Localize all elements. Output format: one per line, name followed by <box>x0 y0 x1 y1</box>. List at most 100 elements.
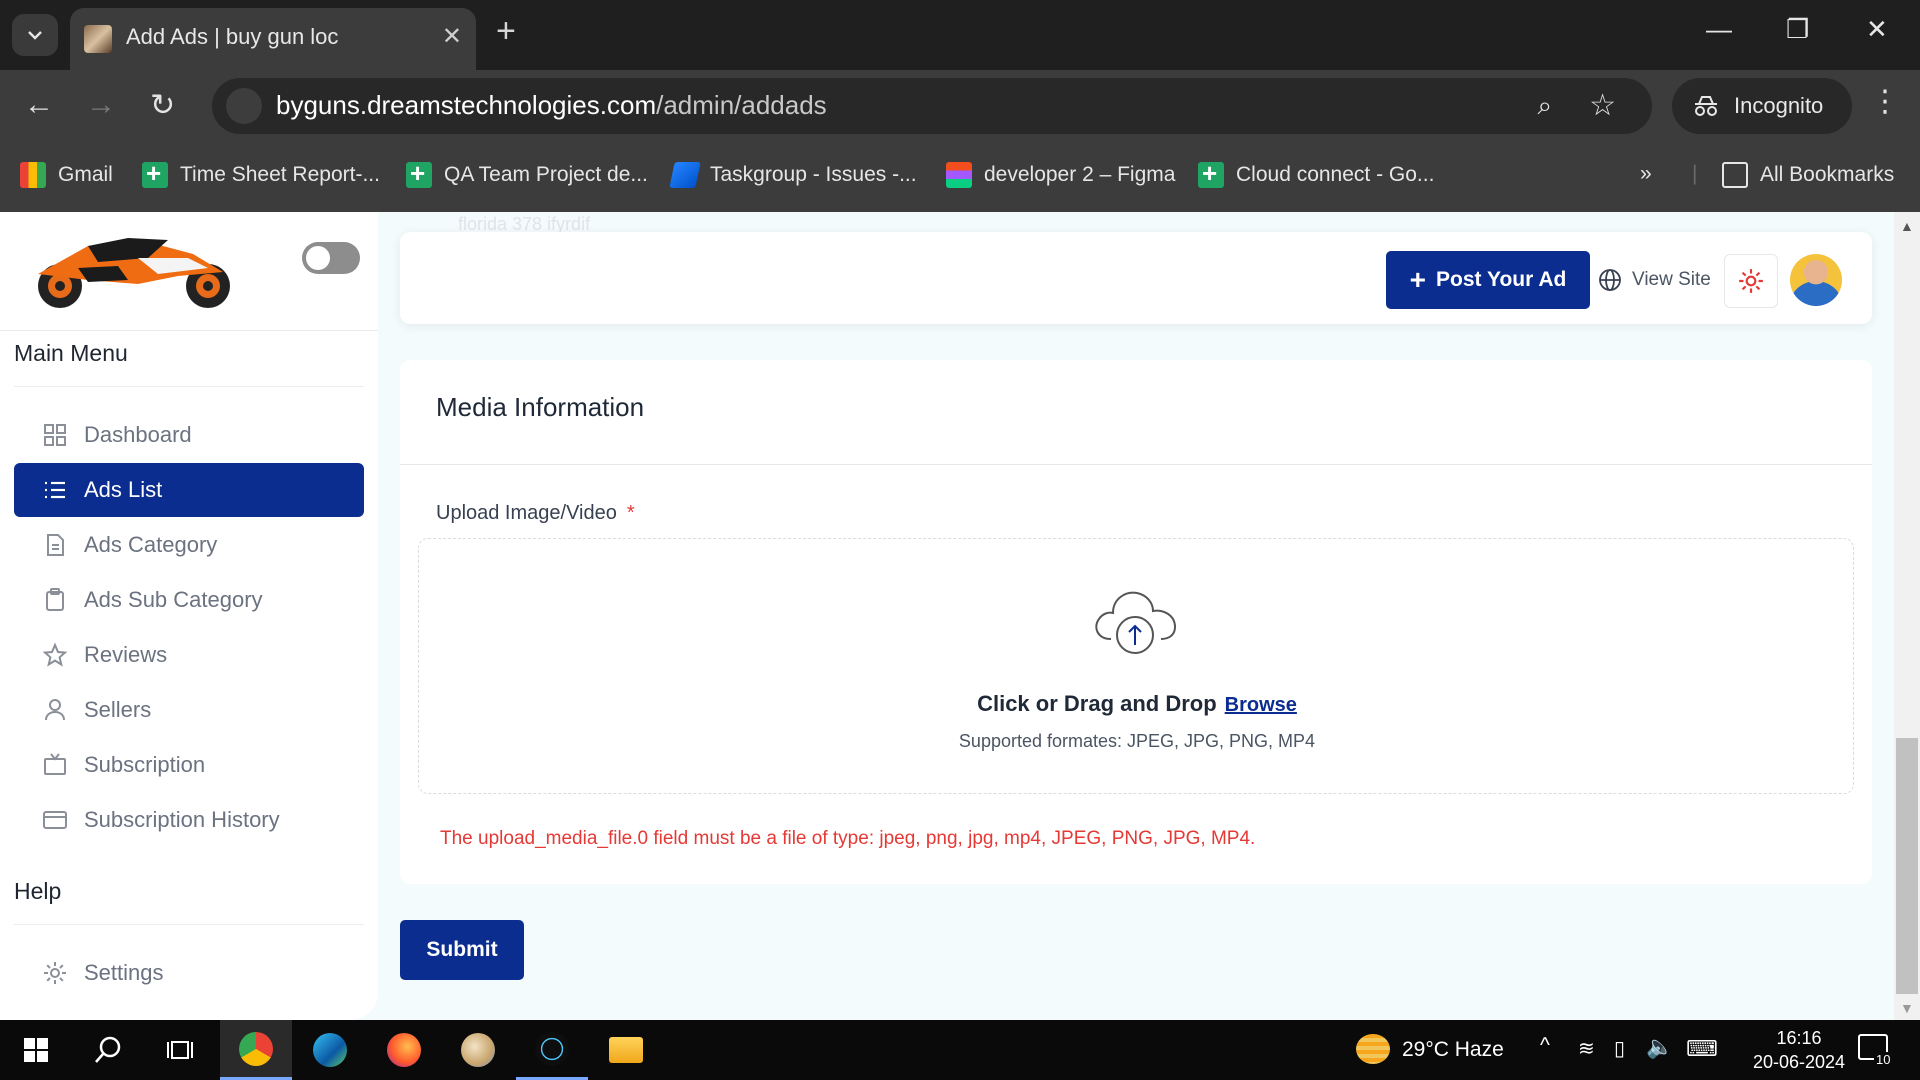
sidebar-item-label: Ads Sub Category <box>84 587 263 612</box>
view-site-link[interactable]: View Site <box>1598 268 1711 292</box>
bookmark-taskgroup[interactable]: Taskgroup - Issues -... <box>669 162 917 188</box>
bookmark-gmail[interactable]: Gmail <box>20 162 113 188</box>
motorbike-logo-icon[interactable] <box>18 228 246 312</box>
sidebar-item-ads-sub-category[interactable]: Ads Sub Category <box>14 573 364 627</box>
grid-icon <box>44 424 66 446</box>
address-toolbar: ← → ↻ byguns.dreamstechnologies.com/admi… <box>0 70 1920 140</box>
sheets-icon <box>1198 158 1224 189</box>
taskbar-firefox[interactable] <box>368 1020 440 1080</box>
sidebar-item-sellers[interactable]: Sellers <box>14 683 364 737</box>
view-site-label: View Site <box>1632 269 1711 290</box>
sidebar-item-ads-category[interactable]: Ads Category <box>14 518 364 572</box>
star-icon <box>42 642 68 667</box>
submit-button[interactable]: Submit <box>400 920 524 980</box>
sheets-icon <box>142 158 168 189</box>
site-info-icon[interactable] <box>226 88 262 124</box>
taskbar-app-running[interactable] <box>516 1020 588 1080</box>
menu-divider <box>14 386 364 387</box>
scroll-up-arrow-icon[interactable]: ▲ <box>1900 218 1914 234</box>
bookmark-qa-team[interactable]: QA Team Project de... <box>406 158 648 189</box>
system-clock[interactable]: 16:16 20-06-2024 <box>1734 1026 1864 1074</box>
url-text[interactable]: byguns.dreamstechnologies.com/admin/adda… <box>276 90 827 121</box>
keyboard-icon[interactable]: ⌨ <box>1686 1036 1718 1062</box>
user-avatar[interactable] <box>1790 254 1842 306</box>
weather-icon[interactable] <box>1356 1034 1390 1064</box>
taskbar-file-explorer[interactable] <box>590 1020 662 1080</box>
admin-sidebar: Main Menu Dashboard Ads List Ads Categor… <box>0 212 378 1020</box>
window-close-icon[interactable]: ✕ <box>1866 14 1888 45</box>
post-your-ad-button[interactable]: + Post Your Ad <box>1386 251 1590 309</box>
browser-menu-icon[interactable]: ⋮ <box>1870 84 1900 119</box>
bookmark-figma[interactable]: developer 2 – Figma <box>946 162 1175 188</box>
globe-icon <box>1599 269 1621 291</box>
scrollbar-thumb[interactable] <box>1896 738 1918 994</box>
windows-start-button[interactable] <box>0 1020 72 1080</box>
battery-icon[interactable]: ▯ <box>1614 1036 1625 1061</box>
theme-toggle[interactable] <box>302 242 360 274</box>
browse-link[interactable]: Browse <box>1225 694 1297 716</box>
help-divider <box>14 924 364 925</box>
jira-icon <box>669 162 701 188</box>
upload-error-message: The upload_media_file.0 field must be a … <box>440 828 1256 849</box>
user-icon <box>45 699 65 721</box>
gmail-icon <box>20 162 46 188</box>
bookmarks-divider: | <box>1692 162 1698 185</box>
forward-arrow-icon[interactable]: → <box>86 88 116 122</box>
sidebar-item-reviews[interactable]: Reviews <box>14 628 364 682</box>
omnibox[interactable]: byguns.dreamstechnologies.com/admin/adda… <box>212 78 1652 134</box>
incognito-label: Incognito <box>1734 93 1824 118</box>
bookmark-star-icon[interactable]: ☆ <box>1589 88 1616 123</box>
reload-icon[interactable]: ↻ <box>150 88 175 123</box>
task-view-icon <box>167 1041 193 1059</box>
folder-icon <box>1722 162 1748 188</box>
minimize-icon[interactable]: — <box>1706 14 1732 45</box>
sidebar-item-subscription[interactable]: Subscription <box>14 738 364 792</box>
sidebar-divider <box>0 330 378 331</box>
zoom-icon[interactable]: ⌕ <box>1537 90 1552 122</box>
task-view-button[interactable] <box>144 1020 216 1080</box>
all-bookmarks-button[interactable]: All Bookmarks <box>1722 162 1894 188</box>
sidebar-item-subscription-history[interactable]: Subscription History <box>14 793 364 847</box>
media-divider <box>400 464 1872 465</box>
sidebar-item-label: Settings <box>84 960 164 985</box>
bookmarks-bar: Gmail Time Sheet Report-... QA Team Proj… <box>0 140 1920 212</box>
sidebar-item-label: Subscription <box>84 752 206 777</box>
plus-icon: + <box>1409 264 1427 295</box>
sidebar-item-settings[interactable]: Settings <box>14 946 364 1000</box>
supported-formats-text: Supported formates: JPEG, JPG, PNG, MP4 <box>958 731 1316 751</box>
windows-logo-icon <box>24 1038 48 1062</box>
sidebar-item-ads-list[interactable]: Ads List <box>14 463 364 517</box>
required-mark: * <box>626 502 635 524</box>
folder-icon <box>609 1037 643 1063</box>
volume-icon[interactable]: 🔈 <box>1646 1034 1673 1060</box>
media-information-card: Media Information Upload Image/Video * Cl… <box>400 360 1872 884</box>
restore-icon[interactable]: ❐ <box>1786 14 1809 45</box>
tab-search-button[interactable] <box>12 14 58 56</box>
wifi-icon[interactable]: ≋ <box>1578 1036 1595 1061</box>
tab-close-icon[interactable]: ✕ <box>442 22 462 51</box>
weather-text[interactable]: 29°C Haze <box>1402 1038 1504 1062</box>
bookmark-cloud-connect[interactable]: Cloud connect - Go... <box>1198 158 1434 189</box>
taskbar-paint[interactable] <box>442 1020 514 1080</box>
scroll-down-arrow-icon[interactable]: ▼ <box>1900 1000 1914 1016</box>
clipboard-icon <box>46 588 64 611</box>
gear-icon <box>1739 269 1763 293</box>
search-icon <box>95 1036 121 1063</box>
settings-button[interactable] <box>1724 254 1778 308</box>
incognito-badge[interactable]: Incognito <box>1672 78 1852 134</box>
bookmark-time-sheet[interactable]: Time Sheet Report-... <box>142 158 380 189</box>
top-header-card: + Post Your Ad View Site <box>400 232 1872 324</box>
browser-tab-active[interactable]: Add Ads | buy gun loc ✕ <box>70 8 476 70</box>
tray-chevron-up-icon[interactable]: ^ <box>1540 1034 1550 1058</box>
cloud-upload-icon <box>1095 591 1177 654</box>
tv-icon <box>44 753 66 775</box>
taskbar-search-button[interactable] <box>72 1020 144 1080</box>
new-tab-plus-icon[interactable]: + <box>496 12 516 51</box>
taskbar-edge[interactable] <box>294 1020 366 1080</box>
bookmarks-overflow-icon[interactable]: » <box>1640 162 1652 186</box>
paint-icon <box>461 1033 495 1067</box>
taskbar-chrome[interactable] <box>220 1020 292 1080</box>
file-dropzone[interactable]: Click or Drag and Drop Browse Supported f… <box>418 538 1854 794</box>
back-arrow-icon[interactable]: ← <box>24 88 54 122</box>
sidebar-item-dashboard[interactable]: Dashboard <box>14 408 364 462</box>
